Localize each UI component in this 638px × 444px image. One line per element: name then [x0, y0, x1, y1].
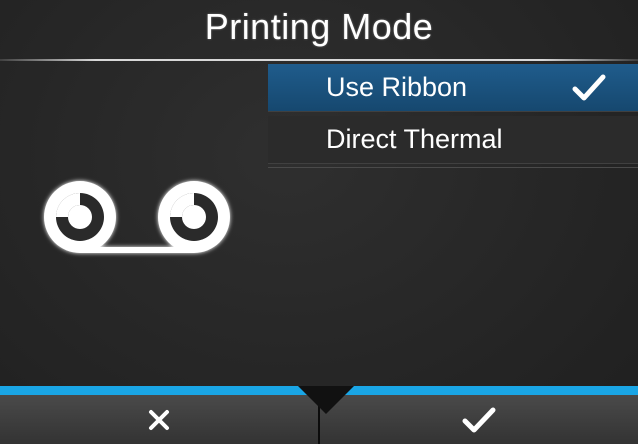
printing-mode-menu: Use Ribbon Direct Thermal: [268, 64, 638, 168]
menu-item-label: Use Ribbon: [326, 72, 468, 102]
printer-screen: Printing Mode Use Ribbon Direct Thermal: [0, 0, 638, 444]
menu-item-label: Direct Thermal: [326, 124, 503, 154]
close-icon: [147, 408, 171, 432]
checkmark-icon: [572, 73, 606, 103]
page-title: Printing Mode: [204, 6, 434, 47]
cancel-button[interactable]: [0, 395, 318, 444]
confirm-button[interactable]: [320, 395, 638, 444]
title-bar: Printing Mode: [0, 0, 638, 62]
title-divider: [0, 59, 638, 61]
footer-notch: [298, 386, 354, 414]
menu-item-use-ribbon[interactable]: Use Ribbon: [268, 64, 638, 112]
ribbon-reels-icon: [38, 175, 238, 265]
checkmark-icon: [462, 406, 496, 434]
menu-item-direct-thermal[interactable]: Direct Thermal: [268, 116, 638, 164]
menu-divider: [268, 167, 638, 168]
